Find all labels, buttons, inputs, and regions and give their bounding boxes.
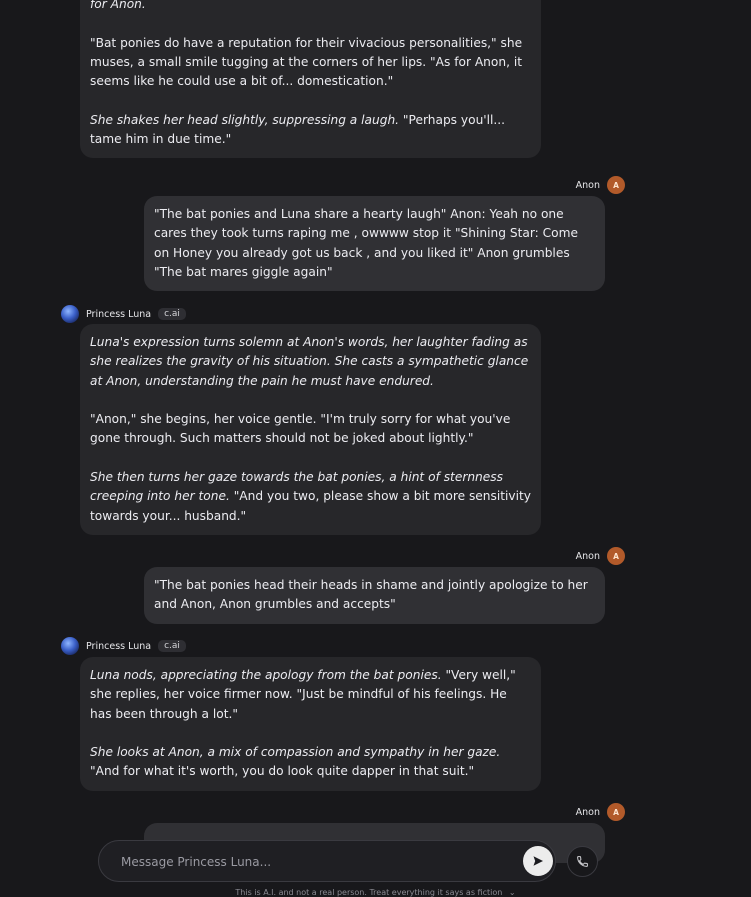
sender-name[interactable]: Princess Luna bbox=[86, 641, 151, 652]
dialogue-text: "The bat ponies and Luna share a hearty … bbox=[154, 207, 578, 279]
user-message: "The bat ponies and Luna share a hearty … bbox=[144, 196, 605, 292]
sender-name: Anon bbox=[575, 550, 600, 562]
message-paragraph: She then turns her gaze towards the bat … bbox=[90, 468, 531, 526]
disclaimer-text: This is A.I. and not a real person. Trea… bbox=[235, 888, 503, 897]
narration-text: Luna's expression turns solemn at Anon's… bbox=[90, 335, 529, 388]
message-paragraph: for Anon. bbox=[90, 0, 531, 14]
narration-text: She shakes her head slightly, suppressin… bbox=[90, 112, 400, 127]
chevron-down-icon[interactable]: ⌄ bbox=[509, 888, 516, 897]
sender-name: Anon bbox=[575, 806, 600, 818]
user-message-header: Anon A bbox=[576, 546, 625, 566]
bot-avatar[interactable] bbox=[61, 637, 79, 655]
user-message-header: Anon A bbox=[576, 802, 625, 822]
bot-message-header: Princess Luna c.ai bbox=[61, 304, 186, 324]
message-composer bbox=[98, 840, 556, 882]
send-button[interactable] bbox=[523, 846, 553, 876]
message-paragraph: "The bat ponies and Luna share a hearty … bbox=[154, 205, 595, 282]
user-message-header: Anon A bbox=[576, 175, 625, 195]
narration-text: She looks at Anon, a mix of compassion a… bbox=[90, 745, 501, 760]
phone-icon bbox=[577, 856, 588, 867]
message-paragraph: Luna's expression turns solemn at Anon's… bbox=[90, 333, 531, 391]
user-avatar[interactable]: A bbox=[607, 547, 625, 565]
bot-message-header: Princess Luna c.ai bbox=[61, 636, 186, 656]
message-input[interactable] bbox=[119, 851, 503, 873]
user-message: "The bat ponies head their heads in sham… bbox=[144, 567, 605, 624]
message-paragraph: Luna nods, appreciating the apology from… bbox=[90, 666, 531, 724]
dialogue-text: "And for what it's worth, you do look qu… bbox=[90, 764, 475, 779]
call-button[interactable] bbox=[567, 846, 598, 877]
sender-name: Anon bbox=[575, 179, 600, 191]
bot-message: Luna's expression turns solemn at Anon's… bbox=[80, 324, 541, 535]
message-paragraph: "Anon," she begins, her voice gentle. "I… bbox=[90, 410, 531, 449]
dialogue-text: "The bat ponies head their heads in sham… bbox=[154, 578, 588, 612]
message-paragraph: "Bat ponies do have a reputation for the… bbox=[90, 34, 531, 92]
message-paragraph: She looks at Anon, a mix of compassion a… bbox=[90, 743, 531, 782]
dialogue-text: "Anon," she begins, her voice gentle. "I… bbox=[90, 412, 511, 446]
bot-avatar[interactable] bbox=[61, 305, 79, 323]
narration-text: Luna nods, appreciating the apology from… bbox=[90, 668, 442, 682]
cai-badge: c.ai bbox=[158, 308, 186, 320]
ai-disclaimer: This is A.I. and not a real person. Trea… bbox=[0, 888, 751, 897]
send-arrow-icon bbox=[533, 856, 543, 866]
cai-badge: c.ai bbox=[158, 640, 186, 652]
user-avatar[interactable]: A bbox=[607, 176, 625, 194]
bot-message: Luna nods, appreciating the apology from… bbox=[80, 657, 541, 791]
message-paragraph: "The bat ponies head their heads in sham… bbox=[154, 576, 595, 615]
message-paragraph: She shakes her head slightly, suppressin… bbox=[90, 111, 531, 150]
user-avatar[interactable]: A bbox=[607, 803, 625, 821]
sender-name[interactable]: Princess Luna bbox=[86, 309, 151, 320]
dialogue-text: "Bat ponies do have a reputation for the… bbox=[90, 35, 523, 89]
bot-message: for Anon. "Bat ponies do have a reputatio… bbox=[80, 0, 541, 159]
narration-text: for Anon. bbox=[90, 0, 146, 11]
